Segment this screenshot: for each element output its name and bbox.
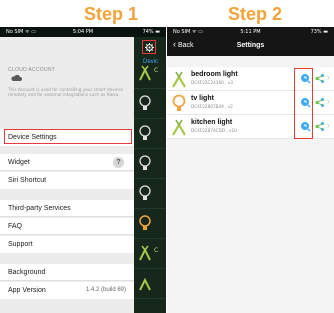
- device-meta: DC4F22807B49 , v2: [191, 104, 233, 109]
- bulb-orange-icon: [139, 215, 151, 230]
- list-item[interactable]: [134, 119, 166, 149]
- cloud-account-description: This Account is used for controlling you…: [8, 87, 123, 98]
- step-1-title: Step 1: [83, 4, 139, 24]
- help-icon[interactable]: ?: [113, 157, 124, 168]
- list-item[interactable]: [134, 269, 166, 299]
- share-icon[interactable]: [314, 73, 325, 84]
- list-item[interactable]: [134, 149, 166, 179]
- status-bar: No SIM ᯤ ▭ 5:11 PM 73% ▬: [167, 27, 334, 37]
- widget-row[interactable]: Widget ?: [0, 154, 134, 171]
- third-party-services-label: Third-party Services: [8, 205, 71, 212]
- step-2-title: Step 2: [227, 4, 283, 24]
- phone-screen-step-2: No SIM ᯤ ▭ 5:11 PM 73% ▬ ‹ Back Settings …: [167, 27, 334, 313]
- bulb-icon: [139, 95, 151, 110]
- list-item-label: C: [154, 247, 159, 254]
- plant-icon: [139, 277, 151, 291]
- chevron-right-icon: ›: [327, 97, 330, 106]
- status-time: 5:04 PM: [72, 29, 94, 35]
- battery-text: 74% ▬: [142, 29, 160, 35]
- app-version-label: App Version: [8, 287, 46, 294]
- cloud-account-header: CLOUD ACCOUNT: [8, 67, 56, 73]
- app-version-row: App Version 1.4.2 (build 69): [0, 282, 134, 299]
- cloud-icon: [11, 74, 22, 81]
- device-name: bedroom light: [191, 71, 238, 78]
- phone-screen-step-1: No SIM ᯤ ▭ 5:04 PM 74% ▬ C C Devic CLOUD…: [0, 27, 166, 313]
- bulb-icon: [139, 155, 151, 170]
- chevron-right-icon: ›: [327, 121, 330, 130]
- bulb-icon: [139, 185, 151, 200]
- settings-drawer: CLOUD ACCOUNT This Account is used for c…: [0, 37, 134, 313]
- plant-icon: [139, 245, 151, 261]
- background-device-list: C C: [134, 37, 166, 313]
- device-meta: DC4F2287ACDD , v10: [191, 128, 237, 133]
- widget-label: Widget: [8, 159, 30, 166]
- list-item[interactable]: C: [134, 239, 166, 269]
- plant-icon: [172, 119, 186, 136]
- bulb-icon: [139, 125, 151, 140]
- list-item[interactable]: [134, 209, 166, 239]
- faq-row[interactable]: FAQ: [0, 218, 134, 235]
- list-item[interactable]: [134, 89, 166, 119]
- status-time: 5:11 PM: [240, 29, 261, 35]
- app-version-value: 1.4.2 (build 69): [85, 287, 126, 293]
- battery-text: 73% ▬: [310, 29, 328, 35]
- bulb-orange-icon: [172, 94, 186, 111]
- share-icon[interactable]: [314, 121, 325, 132]
- gear-highlight-box: [142, 40, 156, 54]
- list-item[interactable]: [134, 179, 166, 209]
- background-tab-label: Devic: [143, 59, 159, 65]
- device-meta: DC4F22C24360 , v3: [191, 80, 233, 85]
- faq-label: FAQ: [8, 223, 23, 230]
- nav-bar: ‹ Back Settings: [167, 37, 334, 56]
- siri-shortcut-row[interactable]: Siri Shortcut: [0, 172, 134, 189]
- siri-shortcut-label: Siri Shortcut: [8, 177, 47, 184]
- device-settings-highlight-box: [4, 129, 132, 144]
- page-title: Settings: [236, 42, 265, 49]
- timer-buttons-highlight-box: [294, 68, 313, 139]
- plant-icon: [172, 71, 186, 88]
- device-name: kitchen light: [191, 119, 233, 126]
- background-row[interactable]: Background: [0, 264, 134, 281]
- status-bar: No SIM ᯤ ▭ 5:04 PM 74% ▬: [0, 27, 166, 37]
- support-row[interactable]: Support: [0, 236, 134, 253]
- third-party-services-row[interactable]: Third-party Services: [0, 200, 134, 217]
- device-name: tv light: [191, 95, 214, 102]
- chevron-right-icon: ›: [327, 73, 330, 82]
- share-icon[interactable]: [314, 97, 325, 108]
- background-label: Background: [8, 269, 46, 276]
- support-label: Support: [8, 241, 33, 248]
